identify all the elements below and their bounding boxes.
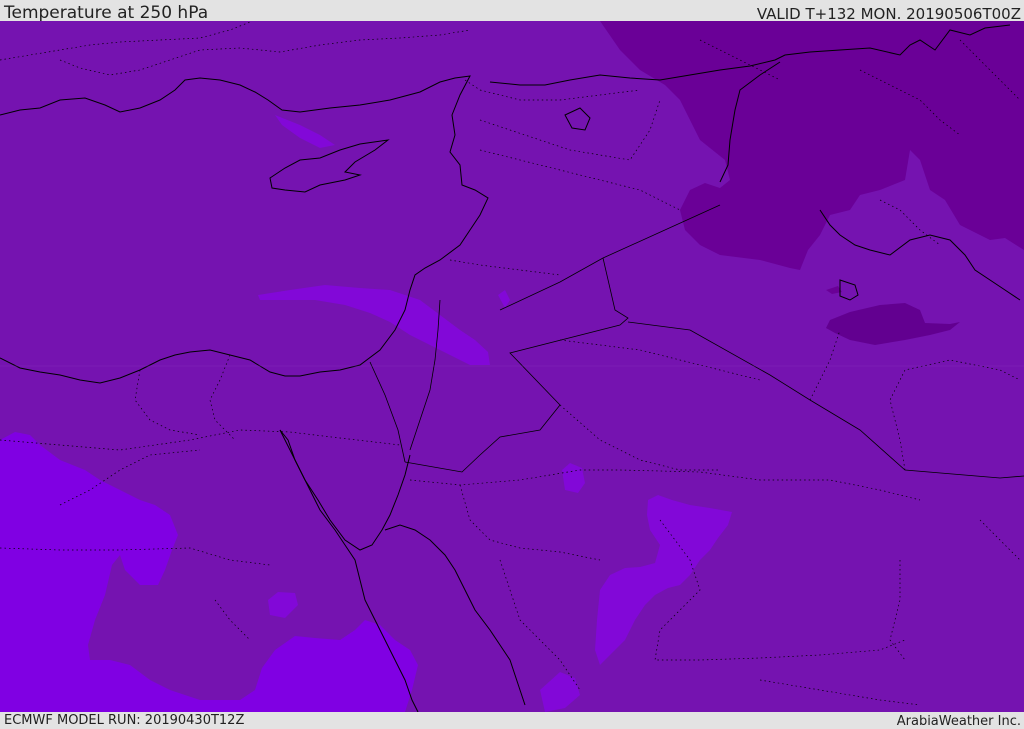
credit-label: ArabiaWeather Inc. bbox=[896, 714, 1021, 729]
footer-bar: ECMWF MODEL RUN: 20190430T12Z ArabiaWeat… bbox=[0, 712, 1024, 729]
temperature-map bbox=[0, 21, 1024, 712]
model-run-label: ECMWF MODEL RUN: 20190430T12Z bbox=[4, 713, 245, 728]
header-bar: Temperature at 250 hPa VALID T+132 MON. … bbox=[0, 0, 1024, 23]
map-title: Temperature at 250 hPa bbox=[4, 3, 209, 23]
